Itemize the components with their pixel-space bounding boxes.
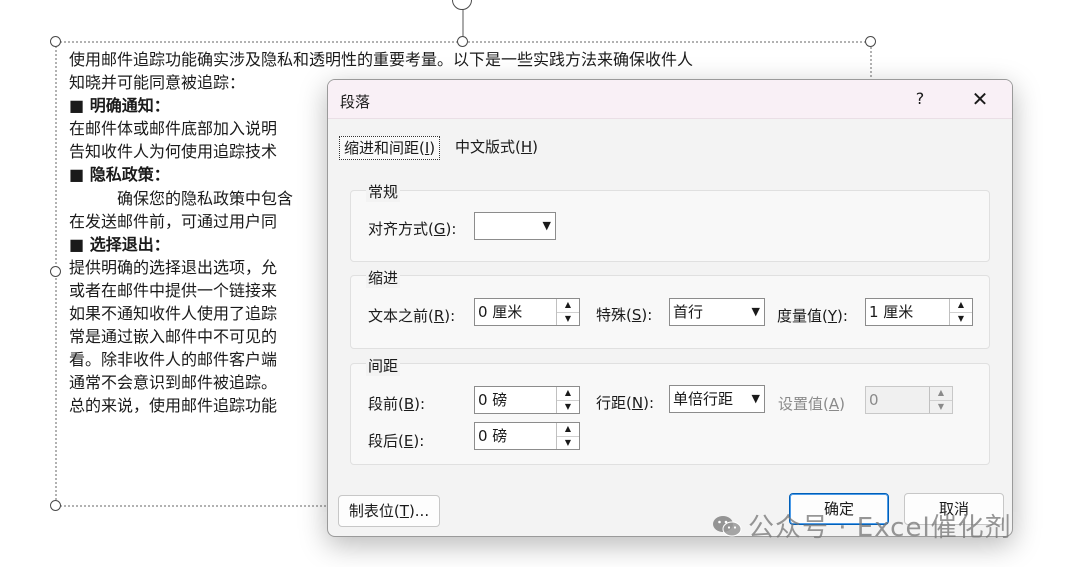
resize-handle-top[interactable] [457,36,468,47]
spin-down-icon[interactable]: ▼ [950,313,972,326]
line-spacing-select[interactable]: 单倍行距 ▼ [669,385,765,413]
dialog-titlebar[interactable]: 段落 ? ✕ [328,80,1012,119]
paragraph-dialog: 段落 ? ✕ 缩进和间距(I) 中文版式(H) 常规 对齐方式(G): ▼ 缩进… [327,79,1013,537]
setting-value-spinner: ▲ ▼ [929,387,952,413]
spin-down-icon[interactable]: ▼ [557,313,579,326]
resize-handle-bottom-left[interactable] [50,500,61,511]
measure-spinner[interactable]: ▲ ▼ [949,299,972,325]
line-spacing-label: 行距(N): [596,394,654,412]
alignment-label: 对齐方式(G): [368,220,457,238]
wechat-icon [713,516,742,537]
spin-up-icon[interactable]: ▲ [557,387,579,401]
spin-down-icon[interactable]: ▼ [557,437,579,450]
group-spacing-title: 间距 [366,355,401,376]
space-after-label: 段后(E): [368,432,425,450]
doc-line: 使用邮件追踪功能确实涉及隐私和透明性的重要考量。以下是一些实践方法来确保收件人 [69,50,694,69]
space-before-input[interactable]: 0 磅 ▲ ▼ [474,386,580,414]
measure-label: 度量值(Y): [777,307,848,325]
special-label: 特殊(S): [596,306,653,324]
special-select[interactable]: 首行 ▼ [669,298,765,326]
resize-handle-top-left[interactable] [50,36,61,47]
spin-up-icon[interactable]: ▲ [557,423,579,437]
spin-up-icon[interactable]: ▲ [557,299,579,313]
measure-input[interactable]: 1 厘米 ▲ ▼ [865,298,973,326]
indent-before-input[interactable]: 0 厘米 ▲ ▼ [474,298,580,326]
resize-handle-left[interactable] [50,266,61,277]
space-after-input[interactable]: 0 磅 ▲ ▼ [474,422,580,450]
spin-down-icon[interactable]: ▼ [557,401,579,414]
alignment-select[interactable]: ▼ [474,212,556,240]
chevron-down-icon: ▼ [542,219,551,232]
setting-value-input: 0 ▲ ▼ [865,386,953,414]
spin-up-icon: ▲ [930,387,952,401]
space-before-spinner[interactable]: ▲ ▼ [556,387,579,413]
close-button[interactable]: ✕ [968,87,992,111]
resize-handle-top-right[interactable] [865,36,876,47]
spin-down-icon: ▼ [937,401,945,411]
tab-indent-spacing[interactable]: 缩进和间距(I) [339,136,441,160]
spin-up-icon[interactable]: ▲ [950,299,972,313]
help-button[interactable]: ? [910,89,930,108]
chevron-down-icon: ▼ [751,305,760,318]
rotate-handle[interactable] [452,0,472,10]
setting-value-label: 设置值(A) [778,395,845,413]
tab-chinese-typography[interactable]: 中文版式(H) [451,136,542,158]
group-spacing [350,363,990,465]
watermark: 公众号 · Excel催化剂 [712,507,1012,544]
watermark-text: 公众号 · Excel催化剂 [748,513,1012,543]
dialog-title: 段落 [340,93,371,111]
space-after-spinner[interactable]: ▲ ▼ [556,423,579,449]
space-before-label: 段前(B): [368,395,426,413]
chevron-down-icon: ▼ [751,392,760,405]
tab-stops-button[interactable]: 制表位(T)... [338,495,440,527]
group-indent-title: 缩进 [366,267,401,288]
indent-before-label: 文本之前(R): [368,307,456,325]
indent-before-spinner[interactable]: ▲ ▼ [556,299,579,325]
group-general-title: 常规 [366,181,401,202]
